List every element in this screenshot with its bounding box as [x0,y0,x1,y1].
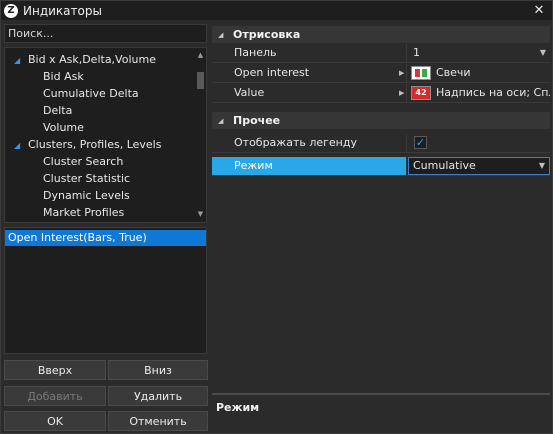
tree-item-label: Cluster Search [43,155,124,168]
list-item[interactable]: Open Interest(Bars, True) [5,230,206,246]
close-icon[interactable]: ✕ [532,2,546,18]
category-label: Прочее [233,114,281,127]
tree-item-cumulative-delta[interactable]: Cumulative Delta [5,85,139,102]
tree-item-cluster-statistic[interactable]: Cluster Statistic [5,170,130,187]
indicator-tree: ◢ Bid x Ask,Delta,Volume Bid Ask Cumulati… [4,47,207,223]
tree-group-bid-ask-delta-volume[interactable]: ◢ Bid x Ask,Delta,Volume [5,51,156,68]
property-row-panel[interactable]: Панель 1 ▼ [212,44,550,63]
tree-item-label: Market Profiles [43,206,125,219]
property-row-mode[interactable]: Режим Cumulative ▼ [212,157,550,176]
cancel-button[interactable]: Отменить [108,411,208,431]
window-title: Индикаторы [23,3,102,18]
move-up-button[interactable]: Вверх [4,360,106,380]
tree-scrollbar[interactable]: ▲ ▼ [195,48,206,222]
property-row-value[interactable]: Value ▶ 42 Надпись на оси; Сплошная [212,84,550,103]
description-panel: Режим [212,395,550,431]
move-down-button[interactable]: Вниз [108,360,208,380]
title-bar: Z Индикаторы ✕ [1,1,552,20]
tree-item-delta[interactable]: Delta [5,102,72,119]
panel-value-text: 1 [413,46,420,59]
property-name: Отображать легенду индикатора [212,134,407,167]
property-row-show-legend[interactable]: Отображать легенду индикатора ✓ [212,134,550,167]
tree-group-clusters-profiles-levels[interactable]: ◢ Clusters, Profiles, Levels [5,136,161,153]
value-value-text: Надпись на оси; Сплошная [436,86,550,99]
ok-button[interactable]: OK [4,411,106,431]
expand-arrow-icon[interactable]: ◢ [14,52,24,69]
category-other[interactable]: ◢ Прочее [212,112,550,130]
tree-item-volume[interactable]: Volume [5,119,84,136]
app-logo-icon: Z [4,3,18,18]
tree-item-market-profiles[interactable]: Market Profiles [5,204,124,221]
open-interest-value-text: Свечи [436,66,471,79]
category-label: Отрисовка [233,28,301,41]
tree-item-label: Cumulative Delta [43,87,139,100]
remove-button[interactable]: Удалить [108,386,208,406]
tree-item-label: Delta [43,104,73,117]
property-value[interactable]: 1 ▼ [408,44,550,62]
property-grid: ◢ Отрисовка Панель 1 ▼ Open interest ▶ Св… [212,24,550,177]
tree-item-label: Dynamic Levels [43,189,130,202]
tree-group-label: Bid x Ask,Delta,Volume [28,53,156,66]
tree-group-label: Clusters, Profiles, Levels [28,138,162,151]
mode-value-text: Cumulative [413,159,476,172]
expand-arrow-icon[interactable]: ▶ [399,64,404,82]
property-name: Панель [212,44,407,62]
mode-select[interactable]: Cumulative ▼ [408,157,550,175]
property-name: Режим [212,157,407,175]
collapse-arrow-icon[interactable]: ◢ [218,26,228,44]
tree-item-cluster-search[interactable]: Cluster Search [5,153,123,170]
tree-item-dynamic-levels[interactable]: Dynamic Levels [5,187,130,204]
category-drawing[interactable]: ◢ Отрисовка [212,26,550,44]
property-name: Open interest [212,64,407,82]
dropdown-arrow-icon[interactable]: ▼ [540,44,546,62]
expand-arrow-icon[interactable]: ▶ [399,84,404,102]
dropdown-arrow-icon[interactable]: ▼ [539,158,545,174]
property-value[interactable]: 42 Надпись на оси; Сплошная [408,84,550,102]
legend-checkbox[interactable]: ✓ [414,136,427,149]
expand-arrow-icon[interactable]: ◢ [14,137,24,154]
selected-indicators-list: Open Interest(Bars, True) [4,227,207,354]
property-name: Value [212,84,407,102]
candles-swatch-icon [411,66,431,80]
scroll-thumb[interactable] [197,72,204,89]
indicators-window: Z Индикаторы ✕ Поиск... ◢ Bid x Ask,Delta… [0,0,553,434]
description-title: Режим [216,401,260,414]
search-input[interactable]: Поиск... [4,24,207,43]
axis-label-swatch-icon: 42 [411,86,431,100]
tree-item-bid-ask[interactable]: Bid Ask [5,68,84,85]
tree-item-label: Bid Ask [43,70,84,83]
property-row-open-interest[interactable]: Open interest ▶ Свечи [212,64,550,83]
tree-item-label: Cluster Statistic [43,172,131,185]
scroll-up-icon[interactable]: ▲ [196,51,205,60]
tree-item-label: Volume [43,121,84,134]
scroll-down-icon[interactable]: ▼ [196,210,205,219]
property-value[interactable]: Свечи [408,64,550,82]
collapse-arrow-icon[interactable]: ◢ [218,112,228,130]
add-button[interactable]: Добавить [4,386,106,406]
property-value[interactable]: ✓ [408,134,550,152]
